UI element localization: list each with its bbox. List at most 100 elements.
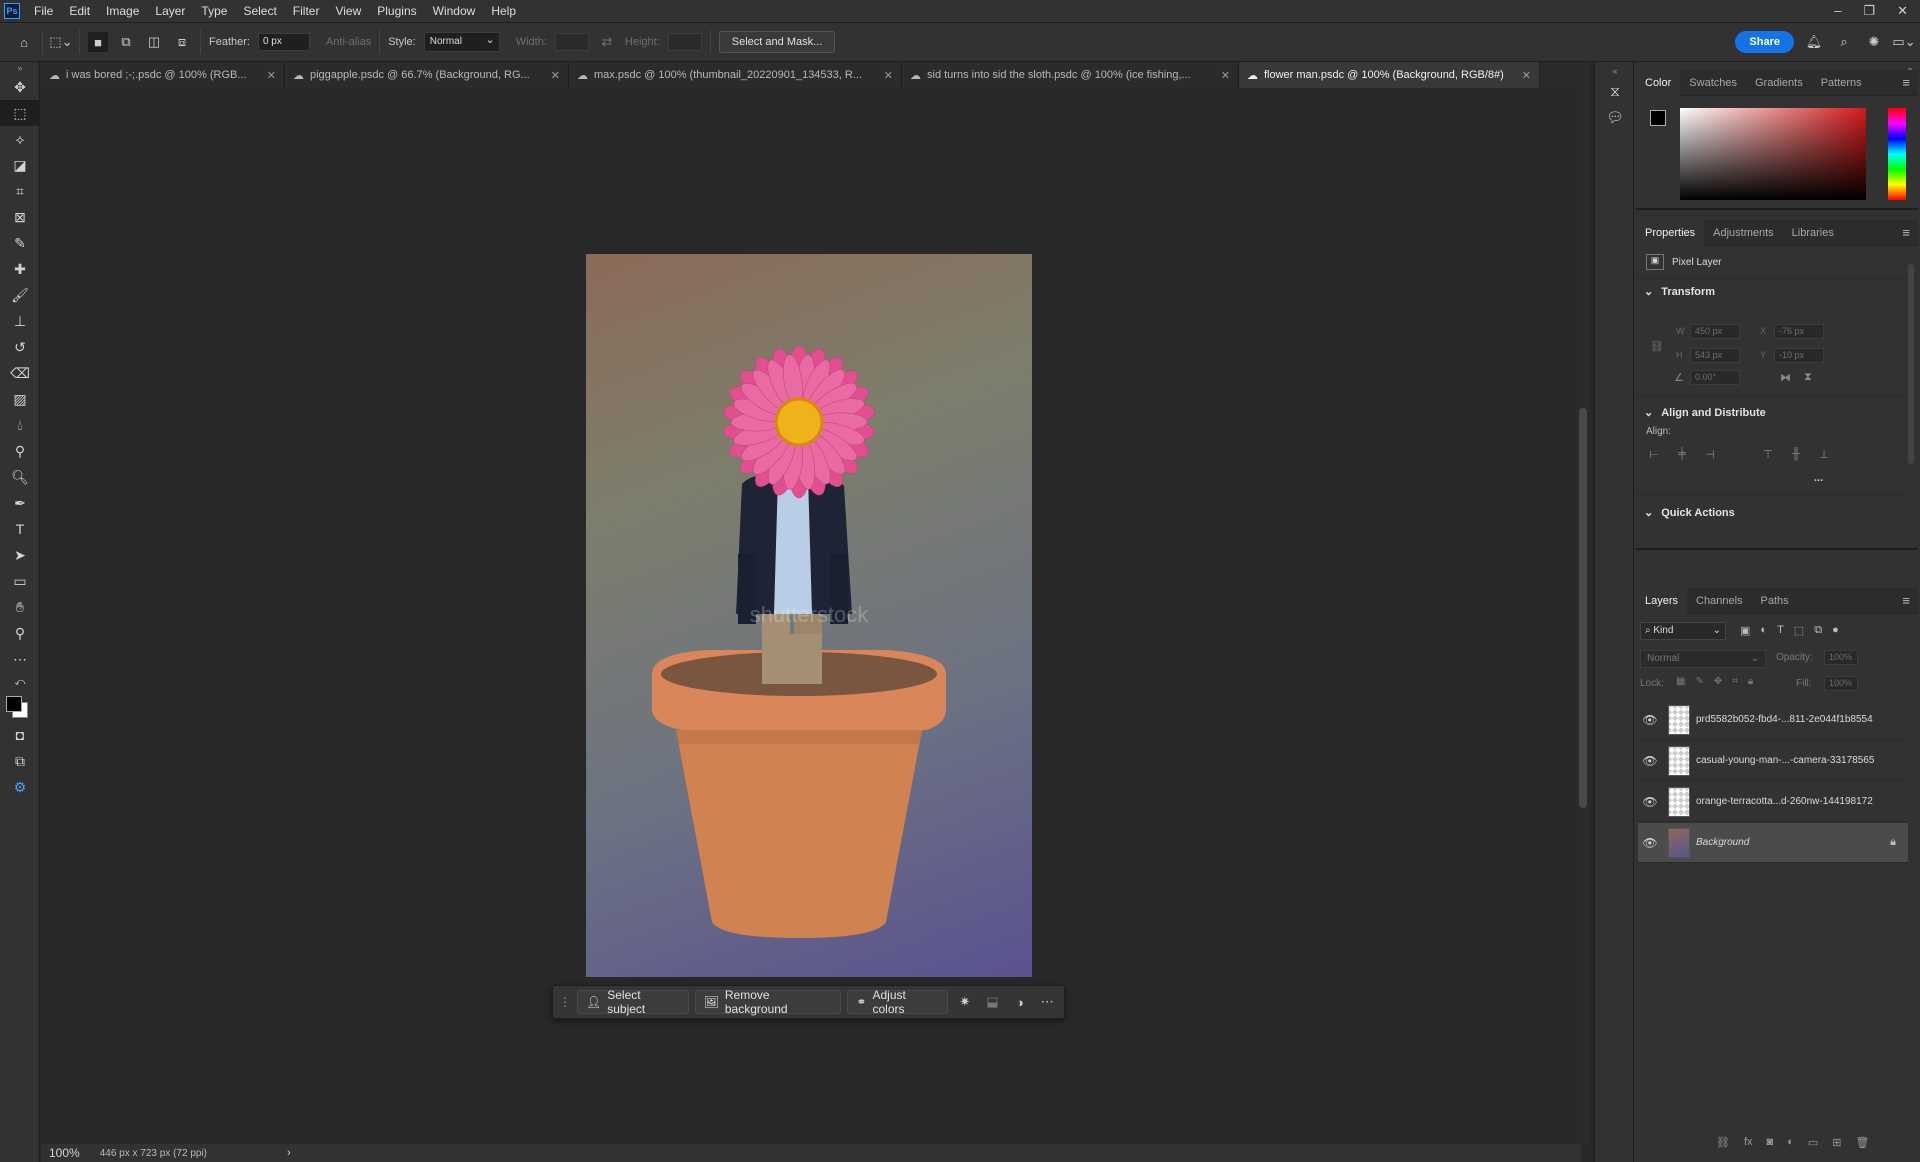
remove-background-button[interactable]: 🖼︎ Remove background [694, 988, 842, 1016]
width-input[interactable] [554, 33, 589, 51]
crop-tool-icon[interactable]: ⌗ [0, 178, 40, 204]
pen-tool-icon[interactable]: ✒ [0, 490, 40, 516]
rectangular-marquee-tool-icon[interactable]: ⬚ [0, 100, 40, 126]
generative-icon[interactable]: ⚙ [0, 774, 40, 800]
tab-channels[interactable]: Channels [1687, 588, 1751, 614]
delete-layer-icon[interactable]: 🗑︎ [1855, 1136, 1869, 1149]
zoom-search-tool-icon[interactable]: 🔍︎ [0, 464, 40, 490]
filter-shape-icon[interactable]: ⬚ [1794, 624, 1804, 637]
y-field[interactable]: -10 px [1774, 348, 1824, 363]
height-input[interactable] [667, 33, 702, 51]
object-selection-tool-icon[interactable]: ⟡ [0, 126, 40, 152]
align-section-header[interactable]: ⌄ Align and Distribute [1636, 400, 1774, 425]
marquee-tool-preset-icon[interactable]: ⬚⌄ [49, 32, 72, 52]
filter-kind-select[interactable]: ⌕ Kind ⌄ [1640, 622, 1726, 640]
adjustment-layer-icon[interactable]: ◐ [1787, 1136, 1794, 1149]
flip-vertical-icon[interactable]: ⧗ [1804, 371, 1812, 384]
select-subject-button[interactable]: 👤︎ Select subject [577, 988, 689, 1016]
status-arrow-icon[interactable]: › [287, 1147, 291, 1159]
feather-input[interactable]: 0 px [257, 33, 310, 51]
menu-view[interactable]: View [327, 0, 369, 22]
menu-type[interactable]: Type [193, 0, 235, 22]
workspace-icon[interactable]: ▭⌄ [1892, 32, 1915, 52]
home-icon[interactable]: ⌂ [14, 32, 34, 52]
layer-row-flower[interactable]: 👁︎ prd5582b052-fbd4-...811-2e044f1b8554 [1638, 700, 1908, 740]
intersect-selection-icon[interactable]: ⧈ [172, 32, 192, 52]
style-select[interactable]: Normal [423, 32, 500, 52]
new-selection-icon[interactable]: ■ [88, 32, 108, 52]
layer-style-icon[interactable]: fx [1744, 1136, 1753, 1149]
tab-doc-1[interactable]: ☁ i was bored ;-;.psdc @ 100% (RGB... ✕ [41, 62, 285, 88]
comments-icon[interactable]: 💬︎ [1595, 104, 1635, 130]
panel-menu-icon[interactable]: ≡ [1902, 593, 1918, 608]
menu-image[interactable]: Image [98, 0, 147, 22]
lock-artboard-icon[interactable]: ⌗ [1732, 676, 1738, 687]
frame-tool-icon[interactable]: ⊠ [0, 204, 40, 230]
lock-transparent-icon[interactable]: ▦ [1676, 676, 1685, 687]
layer-row-pot[interactable]: 👁︎ orange-terracotta...d-260nw-144198172 [1638, 782, 1908, 822]
tab-properties[interactable]: Properties [1636, 219, 1705, 246]
blur-tool-icon[interactable]: 💧︎ [0, 412, 40, 438]
visibility-eye-icon[interactable]: 👁︎ [1638, 754, 1662, 768]
tab-doc-3[interactable]: ☁ max.psdc @ 100% (thumbnail_20220901_13… [569, 62, 902, 88]
restore-icon[interactable]: ❐ [1863, 3, 1875, 19]
tab-adjustments[interactable]: Adjustments [1704, 220, 1783, 246]
lock-pixels-icon[interactable]: ✎ [1695, 676, 1703, 687]
sparkle-icon[interactable]: ✷ [954, 991, 975, 1013]
add-selection-icon[interactable]: ⧉ [116, 32, 136, 52]
new-layer-icon[interactable]: ⊞ [1832, 1136, 1841, 1149]
hand-tool-icon[interactable]: ✋︎ [0, 594, 40, 620]
close-tab-icon[interactable]: ✕ [1213, 69, 1230, 82]
panel-menu-icon[interactable]: ≡ [1902, 225, 1918, 240]
quick-mask-icon[interactable]: ◘ [0, 722, 40, 748]
menu-window[interactable]: Window [425, 0, 484, 22]
menu-filter[interactable]: Filter [285, 0, 328, 22]
align-right-icon[interactable]: ⊣ [1702, 448, 1718, 462]
layer-row-background[interactable]: 👁︎ Background 🔒︎ [1638, 823, 1908, 863]
more-align-options[interactable]: ... [1814, 472, 1823, 484]
menu-file[interactable]: File [26, 0, 61, 22]
panel-menu-icon[interactable]: ≡ [1902, 75, 1918, 90]
angle-field[interactable]: 0.00° [1690, 370, 1740, 385]
filter-toggle-icon[interactable]: ● [1832, 624, 1839, 637]
lock-position-icon[interactable]: ✥ [1714, 676, 1722, 687]
close-tab-icon[interactable]: ✕ [876, 69, 893, 82]
zoom-tool-icon[interactable]: ⚲ [0, 620, 40, 646]
align-middle-v-icon[interactable]: ╫ [1788, 448, 1804, 462]
search-icon[interactable]: ⌕ [1834, 32, 1854, 52]
minimize-icon[interactable]: – [1834, 3, 1841, 19]
history-brush-tool-icon[interactable]: ↺ [0, 334, 40, 360]
share-button[interactable]: Share [1735, 31, 1794, 53]
opacity-field[interactable]: 100% [1824, 650, 1858, 665]
bell-icon[interactable]: 🔔︎ [1804, 32, 1824, 52]
align-center-h-icon[interactable]: ╪ [1674, 448, 1690, 462]
link-icon[interactable]: ⛓ [1650, 340, 1664, 353]
tab-color[interactable]: Color [1636, 69, 1681, 96]
discover-icon[interactable]: ✺ [1864, 32, 1884, 52]
properties-scrollbar[interactable] [1908, 264, 1914, 464]
filter-type-icon[interactable]: T [1777, 624, 1784, 637]
layer-row-man[interactable]: 👁︎ casual-young-man-...-camera-33178565 [1638, 741, 1908, 781]
height-field[interactable]: 543 px [1690, 348, 1740, 363]
zoom-level[interactable]: 100% [49, 1146, 80, 1160]
foreground-swatch[interactable] [1650, 110, 1666, 126]
anti-alias-checkbox[interactable]: Anti-alias [326, 36, 371, 48]
more-options-icon[interactable]: ⋯ [1037, 991, 1058, 1013]
tab-doc-2[interactable]: ☁ piggapple.psdc @ 66.7% (Background, RG… [285, 62, 569, 88]
tab-doc-4[interactable]: ☁ sid turns into sid the sloth.psdc @ 10… [902, 62, 1239, 88]
tab-paths[interactable]: Paths [1752, 588, 1798, 614]
move-tool-icon[interactable]: ✥ [0, 74, 40, 100]
x-field[interactable]: -76 px [1774, 324, 1824, 339]
quick-selection-tool-icon[interactable]: ◪ [0, 152, 40, 178]
clone-stamp-tool-icon[interactable]: ⊥ [0, 308, 40, 334]
menu-select[interactable]: Select [235, 0, 284, 22]
menu-plugins[interactable]: Plugins [369, 0, 424, 22]
eraser-tool-icon[interactable]: ⌫ [0, 360, 40, 386]
color-picker-field[interactable] [1680, 108, 1866, 200]
tab-libraries[interactable]: Libraries [1783, 220, 1843, 246]
drag-handle-icon[interactable]: ⋮ [559, 995, 571, 1009]
expand-panels-icon[interactable]: « [1595, 64, 1635, 78]
menu-edit[interactable]: Edit [61, 0, 98, 22]
vertical-scrollbar[interactable] [1576, 88, 1590, 1144]
scrollbar-thumb[interactable] [1579, 408, 1587, 808]
